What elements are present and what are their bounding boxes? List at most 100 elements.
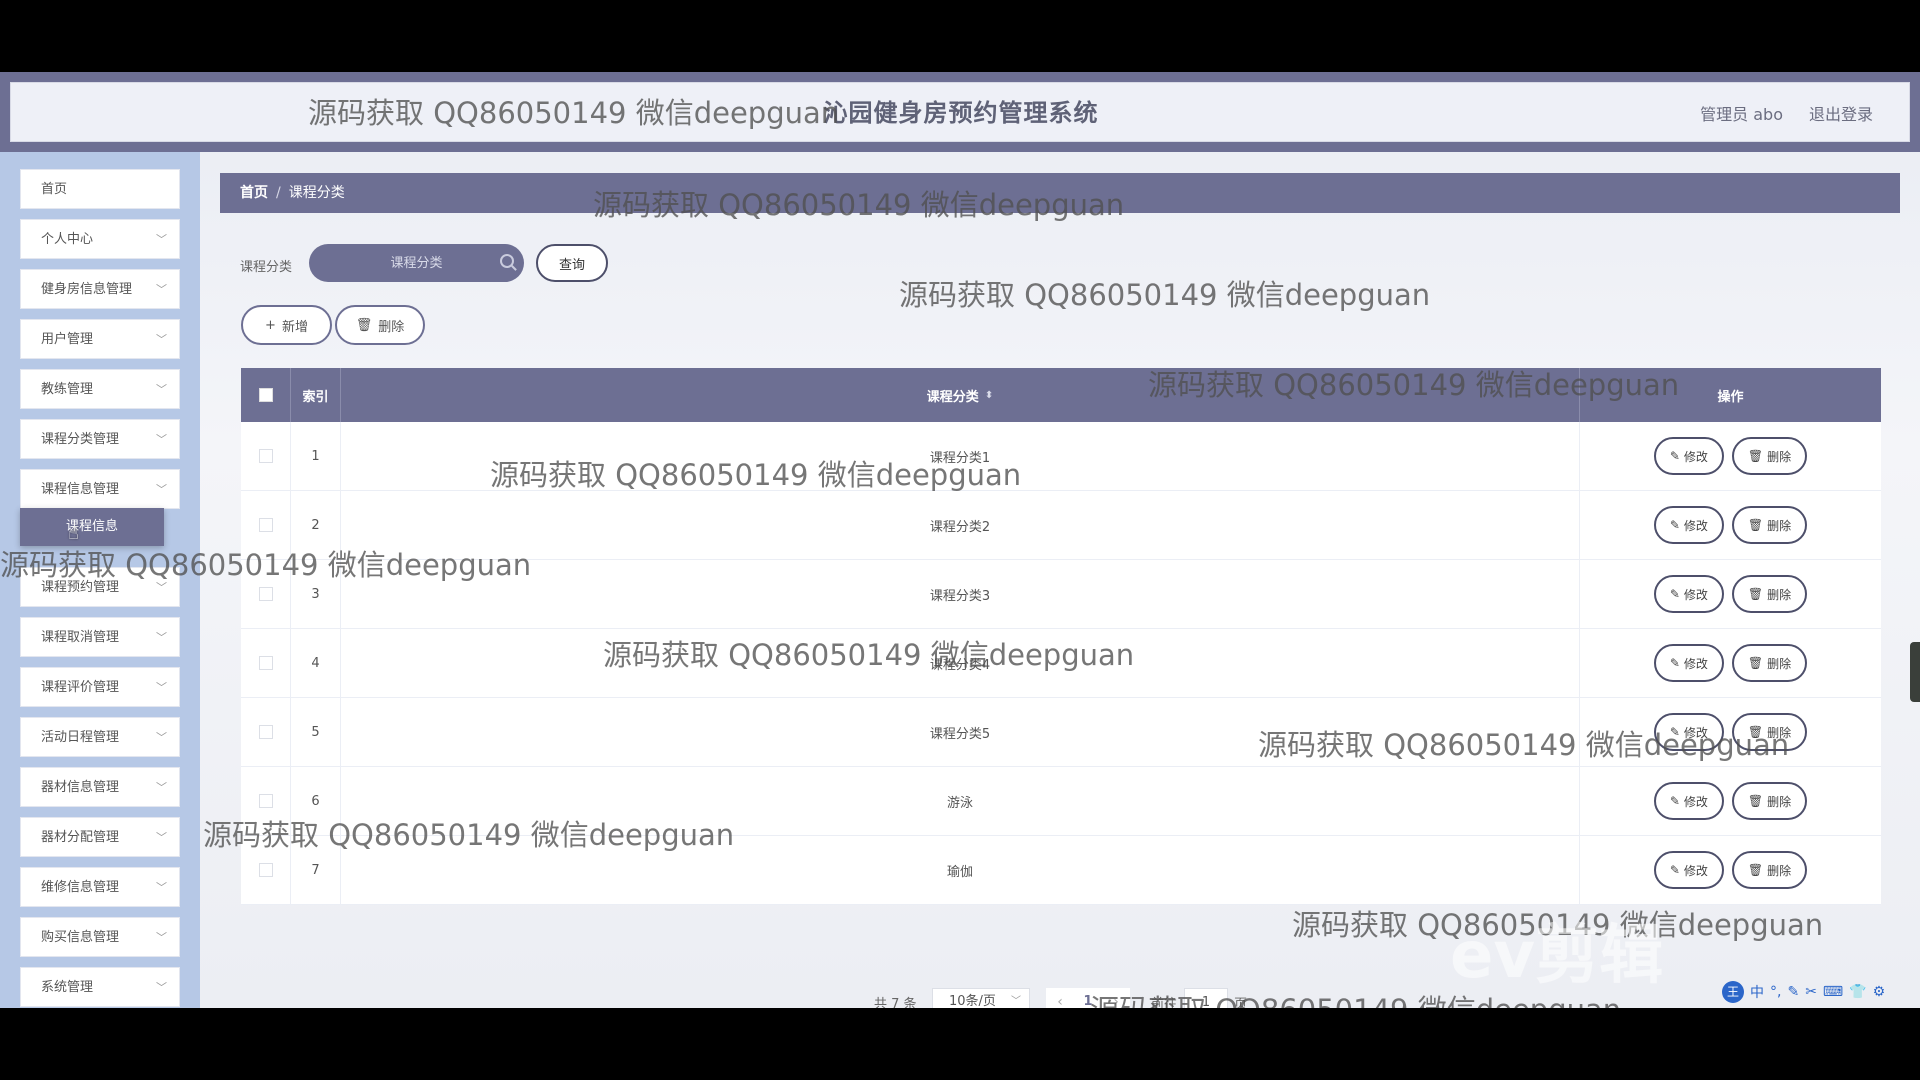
column-header-name[interactable]: 课程分类 ⬍	[341, 368, 1580, 422]
trash-icon: 🗑	[1747, 794, 1764, 808]
edit-button-label: 修改	[1683, 518, 1708, 533]
chevron-down-icon: ﹀	[156, 581, 167, 594]
delete-button[interactable]: 🗑 删除	[1731, 506, 1808, 544]
page-size-value: 10条/页	[949, 994, 996, 1008]
sidebar-item-system[interactable]: 系统管理 ﹀	[20, 967, 180, 1007]
row-actions: ✎ 修改 🗑 删除	[1580, 422, 1881, 490]
search-icon	[500, 254, 514, 268]
edit-button[interactable]: ✎ 修改	[1653, 782, 1724, 820]
submenu-course-info[interactable]: 课程信息	[20, 508, 164, 546]
row-checkbox[interactable]	[258, 794, 273, 808]
row-checkbox[interactable]	[258, 725, 273, 739]
row-name: 课程分类5	[341, 698, 1580, 766]
edit-icon: ✎	[1669, 725, 1680, 739]
logout-link[interactable]: 退出登录	[1809, 101, 1873, 125]
edit-icon: ✎	[1669, 656, 1680, 670]
trash-icon: 🗑	[1747, 863, 1764, 877]
select-all-cell	[241, 368, 291, 422]
sidebar-item-coaches[interactable]: 教练管理 ﹀	[20, 369, 180, 409]
sidebar-item-repair-info[interactable]: 维修信息管理 ﹀	[20, 867, 180, 907]
delete-button-label: 删除	[1767, 587, 1792, 602]
sidebar-item-activity-schedule[interactable]: 活动日程管理 ﹀	[20, 717, 180, 757]
chevron-down-icon: ﹀	[1011, 996, 1021, 1007]
edit-icon: ✎	[1669, 587, 1680, 601]
ime-skin-icon[interactable]: 👕	[1849, 984, 1866, 1000]
ime-pen-icon[interactable]: ✎	[1787, 984, 1799, 1000]
sidebar-item-label: 活动日程管理	[41, 730, 120, 745]
delete-button-label: 删除	[1767, 794, 1792, 809]
row-checkbox[interactable]	[258, 449, 273, 463]
ime-settings-icon[interactable]: ⚙	[1873, 984, 1886, 1000]
sidebar-item-label: 课程信息管理	[41, 482, 120, 497]
ime-scissors-icon[interactable]: ✂	[1805, 984, 1817, 1000]
delete-button[interactable]: 🗑 删除	[1731, 713, 1808, 751]
admin-user-label[interactable]: 管理员 abo	[1700, 101, 1783, 125]
pagination-total: 共 7 条	[874, 997, 917, 1008]
ime-chinese-mode-icon[interactable]: 中	[1750, 982, 1764, 1002]
delete-button[interactable]: 🗑 删除	[1731, 575, 1808, 613]
row-index: 3	[291, 560, 341, 628]
select-all-checkbox[interactable]	[258, 388, 273, 402]
row-checkbox[interactable]	[258, 518, 273, 532]
breadcrumb-home[interactable]: 首页	[240, 185, 268, 201]
sidebar-item-label: 购买信息管理	[41, 930, 120, 945]
row-checkbox[interactable]	[258, 587, 273, 601]
plus-icon: +	[265, 317, 276, 333]
row-index: 6	[291, 767, 341, 835]
delete-button-label: 删除	[1767, 656, 1792, 671]
sidebar-item-course-cancel[interactable]: 课程取消管理 ﹀	[20, 617, 180, 657]
delete-button-label: 删除	[378, 319, 405, 335]
batch-delete-button[interactable]: 🗑 删除	[335, 305, 425, 345]
sidebar-item-home[interactable]: 首页	[20, 169, 180, 209]
row-name: 瑜伽	[341, 836, 1580, 904]
sidebar-item-course-booking[interactable]: 课程预约管理 ﹀	[20, 567, 180, 607]
delete-button[interactable]: 🗑 删除	[1731, 437, 1808, 475]
sidebar-item-equipment-info[interactable]: 器材信息管理 ﹀	[20, 767, 180, 807]
page-number-current[interactable]: 1	[1074, 988, 1102, 1008]
add-button[interactable]: + 新增	[241, 305, 332, 345]
next-page-button[interactable]: ›	[1102, 988, 1130, 1008]
row-checkbox[interactable]	[258, 656, 273, 670]
sidebar-item-personal-center[interactable]: 个人中心 ﹀	[20, 219, 180, 259]
edit-button[interactable]: ✎ 修改	[1653, 575, 1724, 613]
sidebar-item-purchase-info[interactable]: 购买信息管理 ﹀	[20, 917, 180, 957]
edit-button[interactable]: ✎ 修改	[1653, 713, 1724, 751]
sort-icon[interactable]: ⬍	[985, 390, 993, 401]
sidebar-item-course-info[interactable]: 课程信息管理 ﹀	[20, 469, 180, 509]
breadcrumb: 首页 / 课程分类	[220, 173, 1900, 213]
edit-button[interactable]: ✎ 修改	[1653, 437, 1724, 475]
table-row: 3 课程分类3 ✎ 修改 🗑 删除	[241, 560, 1881, 629]
query-button[interactable]: 查询	[536, 244, 608, 282]
goto-page-input[interactable]	[1184, 988, 1228, 1008]
search-input[interactable]	[309, 244, 524, 282]
chevron-down-icon: ﹀	[156, 681, 167, 694]
edit-button[interactable]: ✎ 修改	[1653, 851, 1724, 889]
sidebar-item-label: 课程预约管理	[41, 580, 120, 595]
row-name: 课程分类3	[341, 560, 1580, 628]
sidebar-item-label: 课程评价管理	[41, 680, 120, 695]
ime-keyboard-icon[interactable]: ⌨	[1823, 984, 1843, 1000]
edit-button-label: 修改	[1683, 863, 1708, 878]
ime-logo-icon[interactable]: 王	[1722, 981, 1744, 1003]
header-bar: 沁园健身房预约管理系统 管理员 abo 退出登录	[10, 82, 1910, 142]
sidebar-item-gym-info[interactable]: 健身房信息管理 ﹀	[20, 269, 180, 309]
ime-punctuation-icon[interactable]: °,	[1770, 984, 1781, 1000]
mouse-pointer-icon: ☝	[68, 523, 79, 544]
breadcrumb-separator: /	[276, 185, 281, 201]
prev-page-button[interactable]: ‹	[1046, 988, 1074, 1008]
delete-button[interactable]: 🗑 删除	[1731, 782, 1808, 820]
delete-button-label: 删除	[1767, 449, 1792, 464]
table-row: 6 游泳 ✎ 修改 🗑 删除	[241, 767, 1881, 836]
sidebar-item-equipment-assign[interactable]: 器材分配管理 ﹀	[20, 817, 180, 857]
delete-button[interactable]: 🗑 删除	[1731, 851, 1808, 889]
edit-button[interactable]: ✎ 修改	[1653, 644, 1724, 682]
side-edge-tab[interactable]	[1910, 642, 1920, 702]
edit-button[interactable]: ✎ 修改	[1653, 506, 1724, 544]
delete-button[interactable]: 🗑 删除	[1731, 644, 1808, 682]
page-size-select[interactable]: 10条/页 ﹀	[932, 988, 1030, 1008]
row-checkbox[interactable]	[258, 863, 273, 877]
sidebar-item-course-review[interactable]: 课程评价管理 ﹀	[20, 667, 180, 707]
sidebar-item-users[interactable]: 用户管理 ﹀	[20, 319, 180, 359]
sidebar-item-course-category[interactable]: 课程分类管理 ﹀	[20, 419, 180, 459]
edit-button-label: 修改	[1683, 449, 1708, 464]
